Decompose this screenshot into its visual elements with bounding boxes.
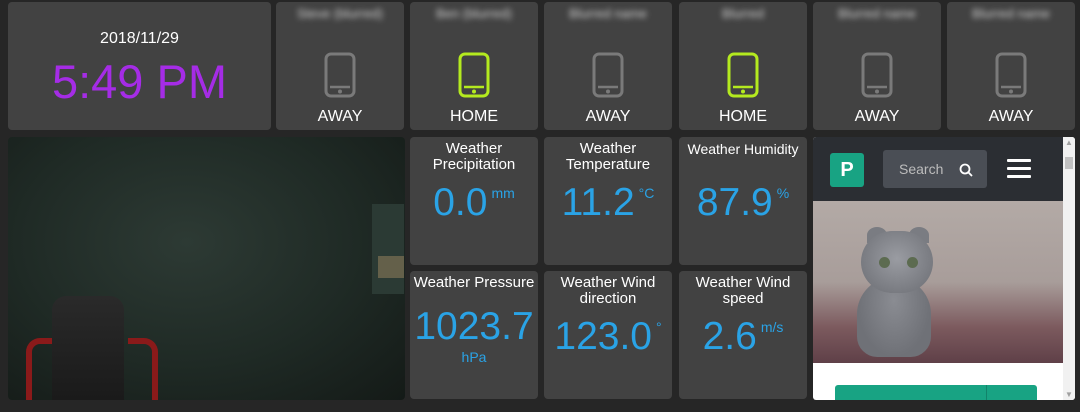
presence-tile[interactable]: Blurred name AWAY <box>947 2 1075 130</box>
phone-icon <box>861 52 893 98</box>
weather-temperature-tile[interactable]: Weather Temperature 11.2 °C <box>544 137 672 265</box>
weather-precipitation-tile[interactable]: Weather Precipitation 0.0 mm <box>410 137 538 265</box>
cat-eye <box>907 257 918 268</box>
phone-icon <box>592 52 624 98</box>
weather-value: 0.0 mm <box>410 181 538 225</box>
presence-state: AWAY <box>988 108 1034 125</box>
presence-tile[interactable]: Blurred name AWAY <box>544 2 672 130</box>
phone-icon <box>995 52 1027 98</box>
camera-shelf-item <box>378 256 404 278</box>
presence-name: Blurred name <box>971 6 1051 21</box>
weather-title: Weather Wind direction <box>546 275 670 307</box>
presence-name: Ben (blurred) <box>436 6 512 21</box>
weather-value: 11.2 °C <box>544 181 672 225</box>
weather-title: Weather Wind speed <box>681 275 805 307</box>
weather-value: 87.9% <box>679 181 807 225</box>
weather-wind-speed-title: Weather Wind speed <box>695 274 791 307</box>
presence-tile[interactable]: Steve (blurred) AWAY <box>276 2 404 130</box>
weather-title: Weather Temperature <box>546 141 670 173</box>
search-icon[interactable] <box>959 163 973 177</box>
web-action-button[interactable] <box>835 385 1037 400</box>
phone-icon <box>727 52 759 98</box>
weather-title: Weather Humidity <box>681 141 805 157</box>
clock-time: 5:49 PM <box>51 55 228 108</box>
camera-shelf <box>372 204 404 294</box>
weather-wind-direction-tile[interactable]: Weather Wind direction 123.0 ° <box>544 271 672 399</box>
presence-state: AWAY <box>317 108 363 125</box>
presence-tile[interactable]: Blurred HOME <box>679 2 807 130</box>
presence-tile[interactable]: Blurred name AWAY <box>813 2 941 130</box>
web-scrollbar[interactable]: ▲ ▼ <box>1063 137 1075 400</box>
weather-pressure-title: Weather Pressure <box>413 274 535 291</box>
camera-chair-trim <box>26 338 52 400</box>
weather-title: Weather Pressure <box>412 275 536 291</box>
scroll-up-icon[interactable]: ▲ <box>1063 137 1075 149</box>
presence-state: HOME <box>450 108 498 125</box>
presence-name: Blurred <box>722 6 764 21</box>
weather-precipitation-value: 0.0 <box>433 181 488 224</box>
weather-temperature-title: Weather Temperature <box>565 140 651 173</box>
weather-wind-direction-value: 123.0 <box>554 315 652 358</box>
phone-icon <box>458 52 490 98</box>
scrollbar-thumb[interactable] <box>1065 157 1073 169</box>
camera-chair <box>52 296 124 400</box>
presence-state: HOME <box>719 108 767 125</box>
weather-pressure-value: 1023.7 <box>414 305 534 348</box>
weather-value: 2.6 m/s <box>679 315 807 359</box>
weather-precipitation-unit: mm <box>491 185 515 201</box>
hamburger-menu-icon[interactable] <box>1007 159 1031 179</box>
presence-tile[interactable]: Ben (blurred) HOME <box>410 2 538 130</box>
web-navbar: P <box>813 137 1063 201</box>
web-iframe[interactable]: P ▲ ▼ <box>813 137 1075 400</box>
clock-date: 2018/11/29 <box>100 30 179 47</box>
site-logo[interactable]: P <box>830 153 864 187</box>
weather-pressure-tile[interactable]: Weather Pressure 1023.7 hPa <box>410 271 538 399</box>
weather-value: 123.0 ° <box>544 315 672 359</box>
weather-humidity-value: 87.9 <box>696 181 773 224</box>
presence-name: Steve (blurred) <box>297 6 383 21</box>
presence-state: AWAY <box>585 108 631 125</box>
weather-wind-speed-unit: m/s <box>760 319 784 335</box>
weather-precipitation-title: Weather Precipitation <box>432 140 516 173</box>
clock-tile: 2018/11/29 5:49 PM <box>8 2 271 130</box>
cat-eye <box>879 257 890 268</box>
presence-name: Blurred name <box>837 6 917 21</box>
presence-name: Blurred name <box>568 6 648 21</box>
weather-pressure-unit: hPa <box>461 349 487 365</box>
weather-humidity-title: Weather Humidity <box>687 141 799 157</box>
weather-wind-direction-unit: ° <box>656 319 662 335</box>
weather-wind-speed-value: 2.6 <box>702 315 757 358</box>
phone-icon <box>324 52 356 98</box>
weather-title: Weather Precipitation <box>412 141 536 173</box>
weather-wind-speed-tile[interactable]: Weather Wind speed 2.6 m/s <box>679 271 807 399</box>
weather-humidity-tile[interactable]: Weather Humidity 87.9% <box>679 137 807 265</box>
scroll-down-icon[interactable]: ▼ <box>1063 389 1075 400</box>
cat-photo <box>813 201 1063 363</box>
camera-chair-trim <box>128 338 158 400</box>
weather-wind-direction-title: Weather Wind direction <box>560 274 656 307</box>
weather-humidity-unit: % <box>776 185 790 201</box>
cat-head <box>861 231 933 293</box>
weather-temperature-value: 11.2 <box>561 181 635 224</box>
weather-temperature-unit: °C <box>638 185 655 201</box>
presence-state: AWAY <box>854 108 900 125</box>
